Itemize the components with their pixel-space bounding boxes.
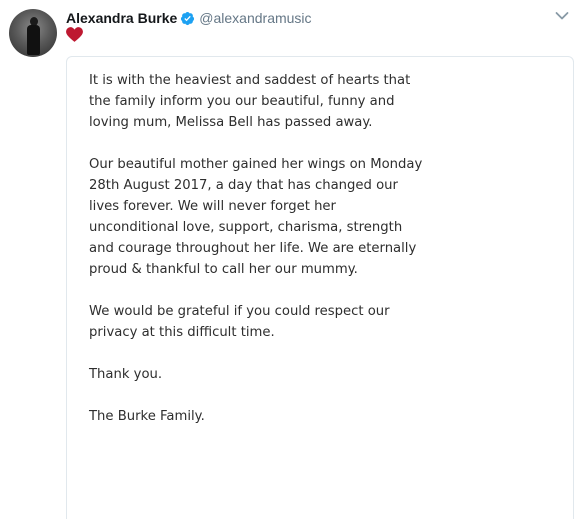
tweet-header: Alexandra Burke @alexandramusic — [66, 8, 312, 28]
statement-signature: The Burke Family. — [89, 409, 205, 424]
verified-badge-icon — [181, 11, 195, 25]
statement-paragraph: Thank you. — [89, 367, 163, 382]
tweet: Alexandra Burke @alexandramusic It is wi… — [0, 0, 583, 519]
display-name[interactable]: Alexandra Burke — [66, 10, 177, 26]
statement-paragraph: It is with the heaviest and saddest of h… — [89, 73, 411, 130]
avatar[interactable] — [9, 9, 57, 57]
handle[interactable]: @alexandramusic — [199, 10, 311, 26]
statement-paragraph: Our beautiful mother gained her wings on… — [89, 157, 423, 277]
statement-text: It is with the heaviest and saddest of h… — [89, 70, 429, 448]
chevron-down-icon[interactable] — [555, 11, 569, 21]
avatar-figure-body — [27, 25, 40, 55]
heart-icon — [66, 27, 83, 42]
statement-paragraph: We would be grateful if you could respec… — [89, 304, 390, 340]
